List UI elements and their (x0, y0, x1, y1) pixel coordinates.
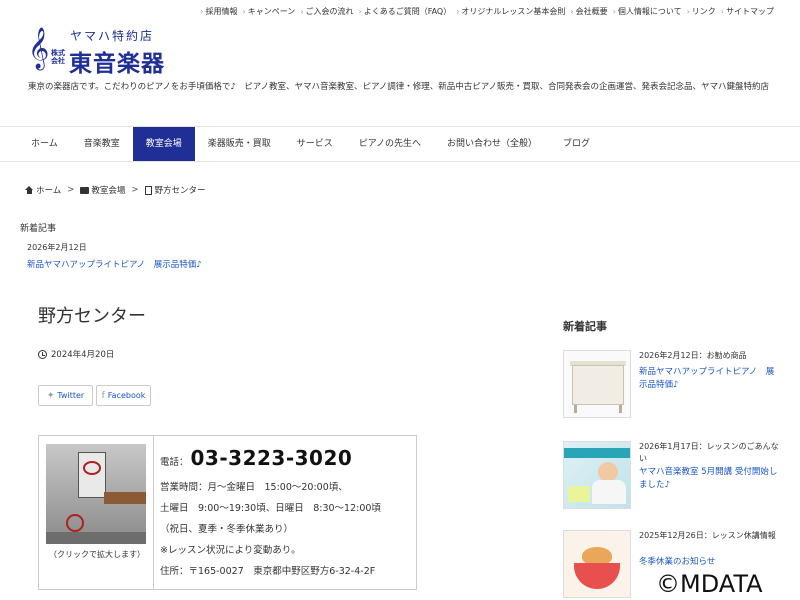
breadcrumb-separator: > (131, 185, 139, 195)
photo-awning (104, 492, 146, 504)
top-link-links[interactable]: リンク (687, 6, 716, 17)
post-date: 2024年4月20日 (38, 348, 114, 360)
photo-signboard (78, 452, 106, 498)
phone-number[interactable]: 03-3223-3020 (191, 448, 353, 469)
top-link-privacy[interactable]: 個人情報について (613, 6, 682, 17)
hours-line-1: 営業時間：月～金曜日 15:00～20:00頃、 (160, 482, 348, 493)
phone-label: 電話： (160, 457, 189, 468)
top-link-campaign[interactable]: キャンペーン (243, 6, 296, 17)
phone-row: 電話： 03-3223-3020 (160, 448, 381, 473)
breadcrumb-separator: > (67, 185, 75, 195)
nav-item-music-school[interactable]: 音楽教室 (71, 127, 133, 161)
sidebar-post: 2026年1月17日：レッスンのごあんない ヤマハ音楽教室 5月開講 受付開始し… (563, 441, 783, 513)
breadcrumb: ホーム > 教室会場 > 野方センター (25, 184, 206, 196)
sidebar-post-meta: 2026年2月12日：お勧め商品 (639, 351, 747, 360)
logo-company-name: 東音楽器 (69, 51, 165, 77)
site-description: 東京の楽器店です。こだわりのピアノをお手頃価格で♪ ピアノ教室、ヤマハ音楽教室、… (28, 82, 770, 92)
twitter-icon: ✦ (46, 390, 55, 401)
logo-company-type: 株式会社 (51, 49, 65, 65)
sidebar-post-title[interactable]: 新品ヤマハアップライトピアノ 展示品特価♪ (639, 366, 779, 392)
table-divider (153, 436, 154, 589)
site-logo[interactable]: 𝄞 ヤマハ特約店 株式会社 東音楽器 (28, 27, 198, 77)
post-date-text: 2024年4月20日 (51, 350, 115, 360)
sidebar-heading: 新着記事 (563, 320, 607, 333)
nav-item-school-locations[interactable]: 教室会場 (132, 127, 195, 161)
nav-item-contact[interactable]: お問い合わせ（全般） (434, 127, 550, 161)
file-icon (144, 185, 152, 195)
sidebar-thumbnail-piano[interactable] (563, 350, 631, 418)
nav-item-for-teachers[interactable]: ピアノの先生へ (346, 127, 434, 161)
sidebar-thumbnail-school[interactable] (563, 441, 631, 509)
news-bar-heading: 新着記事 (20, 224, 57, 234)
location-details: 電話： 03-3223-3020 営業時間：月～金曜日 15:00～20:00頃… (160, 448, 381, 582)
share-twitter-button[interactable]: ✦ Twitter (38, 385, 93, 406)
sidebar-post-title[interactable]: ヤマハ音楽教室 5月開講 受付開始しました♪ (639, 466, 779, 492)
news-bar-date: 2026年2月12日 (27, 243, 87, 252)
share-twitter-label: Twitter (57, 391, 85, 400)
folder-icon (80, 186, 90, 194)
logo-tagline: ヤマハ特約店 (70, 29, 155, 43)
nav-item-services[interactable]: サービス (284, 127, 346, 161)
hours-line-2: 土曜日 9:00～19:30頃、日曜日 8:30～12:00頃 (160, 503, 381, 514)
sidebar-post-meta: 2025年12月26日：レッスン休講情報 (639, 531, 776, 540)
photo-caption: （クリックで拡大します） (49, 550, 145, 559)
photo-bicycle (66, 514, 84, 532)
photo-ground (46, 532, 146, 544)
nav-item-home[interactable]: ホーム (18, 127, 71, 161)
top-utility-links: 採用情報 キャンペーン ご入会の流れ よくあるご質問（FAQ） オリジナルレッス… (0, 0, 800, 22)
hours-note: ※レッスン状況により変動あり。 (160, 545, 301, 556)
share-facebook-button[interactable]: f Facebook (96, 385, 151, 406)
sidebar-post: 2026年2月12日：お勧め商品 新品ヤマハアップライトピアノ 展示品特価♪ (563, 350, 783, 422)
clock-icon (38, 349, 47, 359)
top-link-faq[interactable]: よくあるご質問（FAQ） (359, 6, 452, 17)
global-nav: ホーム 音楽教室 教室会場 楽器販売・買取 サービス ピアノの先生へ お問い合わ… (0, 126, 800, 162)
top-link-enrollment[interactable]: ご入会の流れ (300, 6, 354, 17)
treble-clef-icon: 𝄞 (28, 28, 50, 69)
top-link-lesson-rules[interactable]: オリジナルレッスン基本会則 (456, 6, 565, 17)
sidebar-thumbnail-holiday[interactable] (563, 530, 631, 598)
hours-line-3: （祝日、夏季・冬季休業あり） (160, 524, 294, 535)
address-line: 住所：〒165-0027 東京都中野区野方6-32-4-2F (160, 566, 376, 577)
news-bar-link[interactable]: 新品ヤマハアップライトピアノ 展示品特価♪ (27, 258, 202, 270)
top-link-company[interactable]: 会社概要 (570, 6, 608, 17)
sidebar-post-meta: 2026年1月17日：レッスンのごあんない (639, 442, 779, 463)
breadcrumb-home[interactable]: ホーム (36, 184, 61, 196)
facebook-icon: f (101, 390, 105, 401)
nav-item-instrument-sales[interactable]: 楽器販売・買取 (195, 127, 284, 161)
share-facebook-label: Facebook (107, 391, 146, 400)
home-icon (25, 186, 34, 194)
breadcrumb-current: 野方センター (154, 186, 206, 196)
nav-item-blog[interactable]: ブログ (550, 127, 603, 161)
top-link-sitemap[interactable]: サイトマップ (721, 6, 774, 17)
page-title: 野方センター (38, 306, 146, 327)
breadcrumb-school-locations[interactable]: 教室会場 (91, 184, 125, 196)
location-info-table: （クリックで拡大します） 電話： 03-3223-3020 営業時間：月～金曜日… (38, 435, 417, 590)
sidebar-post-title[interactable]: 冬季休業のお知らせ (639, 556, 779, 569)
top-link-recruit[interactable]: 採用情報 (200, 6, 238, 17)
location-photo[interactable] (46, 444, 146, 544)
watermark: ©MDATA (656, 570, 763, 598)
